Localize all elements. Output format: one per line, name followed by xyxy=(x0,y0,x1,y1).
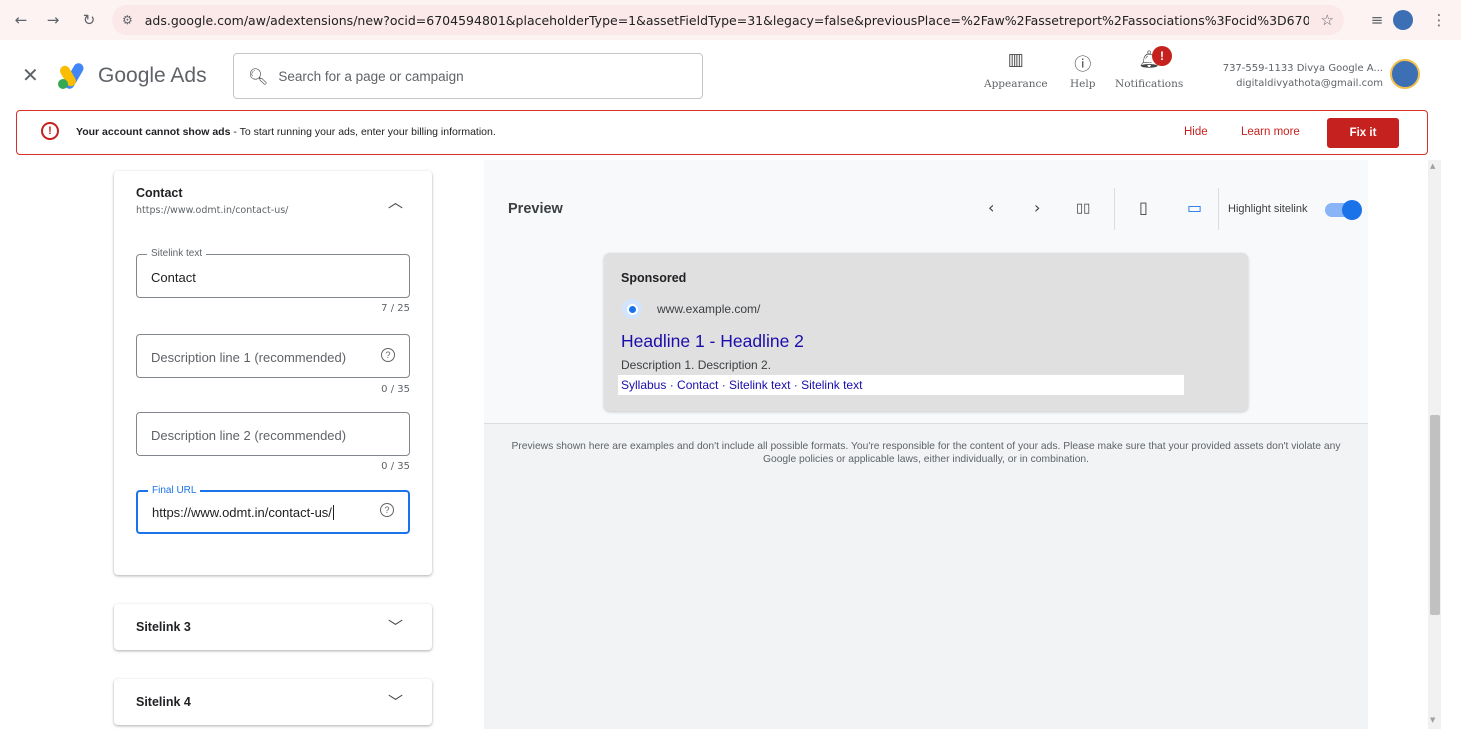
globe-icon xyxy=(622,299,642,319)
chevron-down-icon[interactable]: ﹀ xyxy=(388,691,403,712)
browser-toolbar: ← → ↻ ⚙ ads.google.com/aw/adextensions/n… xyxy=(0,0,1461,40)
fix-it-button[interactable]: Fix it xyxy=(1327,118,1399,148)
site-settings-icon[interactable]: ⚙ xyxy=(122,13,133,27)
chevron-up-icon[interactable]: ︿ xyxy=(388,191,403,212)
notifications-button[interactable]: 🔔︎ Notifications xyxy=(1115,50,1183,90)
account-info[interactable]: 737-559-1133 Divya Google A... digitaldi… xyxy=(1205,61,1383,91)
ad-description: Description 1. Description 2. xyxy=(621,358,772,372)
sitelink-text-counter: 7 / 25 xyxy=(381,303,410,314)
description-line-2-field[interactable]: Description line 2 (recommended) xyxy=(136,412,410,456)
help-button[interactable]: ⓘ Help xyxy=(1070,50,1095,90)
sitelink-card-4[interactable]: Sitelink 4 ﹀ xyxy=(114,679,432,725)
sponsored-label: Sponsored xyxy=(621,271,687,285)
alert-message: Your account cannot show ads - To start … xyxy=(76,126,496,138)
preview-disclaimer: Previews shown here are examples and don… xyxy=(511,441,1341,465)
address-bar[interactable]: ⚙ ads.google.com/aw/adextensions/new?oci… xyxy=(112,5,1344,35)
notification-badge: ! xyxy=(1152,46,1172,66)
url-text[interactable]: ads.google.com/aw/adextensions/new?ocid=… xyxy=(145,13,1309,28)
ad-sitelinks: Syllabus · Contact · Sitelink text · Sit… xyxy=(618,375,1184,395)
forward-arrow-icon[interactable]: → xyxy=(42,9,64,31)
close-icon[interactable]: ✕ xyxy=(22,63,39,87)
preview-panel: Preview ‹ › ▯▯ ▯ ▭ Highlight sitelink Sp… xyxy=(484,160,1368,424)
help-icon: ⓘ xyxy=(1074,55,1092,75)
billing-alert-banner: ! Your account cannot show ads - To star… xyxy=(16,110,1428,155)
bookmark-star-icon[interactable]: ☆ xyxy=(1321,11,1334,29)
final-url-input[interactable]: https://www.odmt.in/contact-us/ xyxy=(152,505,334,520)
description-line-1-placeholder: Description line 1 (recommended) xyxy=(151,350,347,365)
ad-display-url: www.example.com/ xyxy=(657,302,761,316)
toolbar-divider xyxy=(1114,188,1115,230)
sitelink-text-value: Contact xyxy=(151,270,196,285)
appearance-button[interactable]: ▥ Appearance xyxy=(984,50,1048,90)
final-url-label: Final URL xyxy=(148,485,201,496)
text-cursor xyxy=(332,505,334,520)
sitelink-4-title: Sitelink 4 xyxy=(136,695,191,709)
alert-title: Your account cannot show ads xyxy=(76,126,231,138)
profile-avatar-icon[interactable] xyxy=(1393,10,1413,30)
scroll-down-arrow-icon[interactable]: ▼ xyxy=(1430,716,1435,724)
notifications-label: Notifications xyxy=(1115,78,1184,90)
sitelink-card-3[interactable]: Sitelink 3 ﹀ xyxy=(114,604,432,650)
sitelink-card-contact: Contact https://www.odmt.in/contact-us/ … xyxy=(114,171,432,575)
sitelink-3-title: Sitelink 3 xyxy=(136,620,191,634)
desktop-preview-icon[interactable]: ▭ xyxy=(1187,198,1202,217)
search-placeholder: Search for a page or campaign xyxy=(278,68,464,84)
help-label: Help xyxy=(1070,78,1096,90)
description-line-1-field[interactable]: Description line 1 (recommended) ? xyxy=(136,334,410,378)
sitelink-card-url: https://www.odmt.in/contact-us/ xyxy=(136,205,289,216)
search-input[interactable]: 🔍︎ Search for a page or campaign xyxy=(233,53,703,99)
error-icon: ! xyxy=(41,122,59,140)
help-circle-icon[interactable]: ? xyxy=(380,503,394,517)
highlight-sitelink-toggle[interactable] xyxy=(1325,200,1362,220)
reload-icon[interactable]: ↻ xyxy=(78,9,100,31)
ads-header: ✕ Google Ads 🔍︎ Search for a page or cam… xyxy=(0,44,1440,106)
description-line-2-placeholder: Description line 2 (recommended) xyxy=(151,428,347,443)
learn-more-link[interactable]: Learn more xyxy=(1241,126,1300,138)
sitelink-card-title: Contact xyxy=(136,186,183,200)
browser-menu-icon[interactable]: ⋮ xyxy=(1428,9,1450,31)
media-controls-icon[interactable]: ≡ xyxy=(1366,9,1388,31)
avatar[interactable] xyxy=(1390,59,1420,89)
search-icon: 🔍︎ xyxy=(248,66,269,86)
brand-name: Google Ads xyxy=(98,64,207,87)
scroll-up-arrow-icon[interactable]: ▲ xyxy=(1430,162,1435,170)
next-arrow-icon[interactable]: › xyxy=(1034,198,1040,217)
scrollbar-thumb[interactable] xyxy=(1430,415,1440,615)
columns-view-icon[interactable]: ▯▯ xyxy=(1076,201,1090,216)
alert-detail: - To start running your ads, enter your … xyxy=(230,126,496,138)
toggle-knob xyxy=(1342,200,1362,220)
final-url-value: https://www.odmt.in/contact-us/ xyxy=(152,505,332,520)
ad-headline: Headline 1 - Headline 2 xyxy=(621,331,804,351)
description-line-2-counter: 0 / 35 xyxy=(381,461,410,472)
sitelink-text-field[interactable]: Sitelink text Contact xyxy=(136,248,410,298)
hide-button[interactable]: Hide xyxy=(1184,126,1208,138)
previous-arrow-icon[interactable]: ‹ xyxy=(988,198,994,217)
sitelink-text-label: Sitelink text xyxy=(147,248,207,259)
google-ads-logo-icon xyxy=(58,63,84,89)
back-arrow-icon[interactable]: ← xyxy=(10,9,32,31)
account-email: digitaldivyathota@gmail.com xyxy=(1236,78,1383,89)
chevron-down-icon[interactable]: ﹀ xyxy=(388,616,403,637)
account-name: 737-559-1133 Divya Google A... xyxy=(1222,63,1383,74)
description-line-1-counter: 0 / 35 xyxy=(381,384,410,395)
help-circle-icon[interactable]: ? xyxy=(381,348,395,362)
appearance-icon: ▥ xyxy=(1007,50,1024,70)
highlight-sitelink-label: Highlight sitelink xyxy=(1228,203,1308,215)
mobile-preview-icon[interactable]: ▯ xyxy=(1139,198,1148,217)
final-url-field[interactable]: Final URL https://www.odmt.in/contact-us… xyxy=(136,485,410,534)
appearance-label: Appearance xyxy=(984,78,1048,90)
toolbar-divider xyxy=(1218,188,1219,230)
preview-title: Preview xyxy=(508,201,563,217)
ad-preview-card: Sponsored www.example.com/ Headline 1 - … xyxy=(604,253,1248,411)
